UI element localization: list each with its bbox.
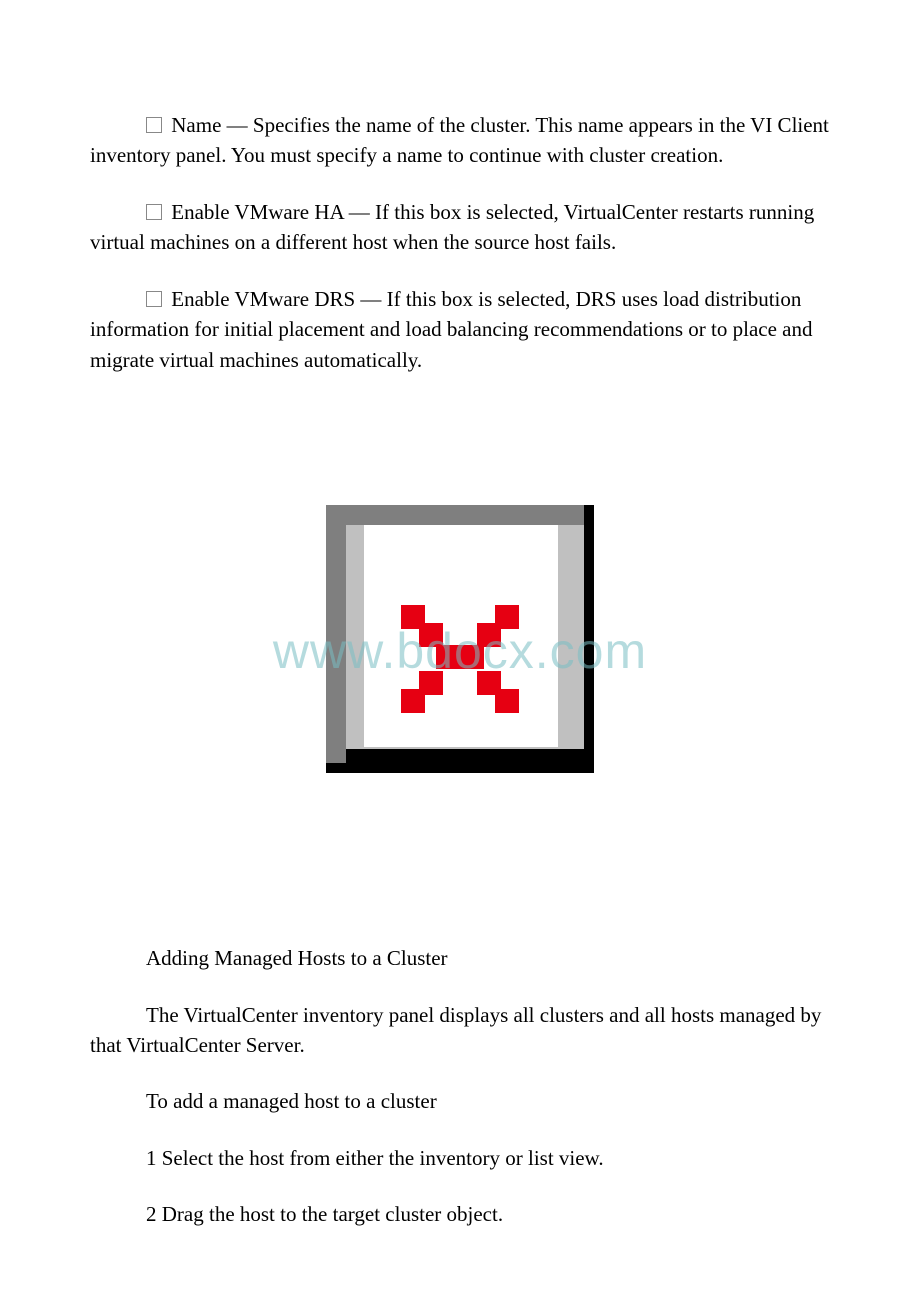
- paragraph-enable-drs: Enable VMware DRS — If this box is selec…: [90, 284, 830, 375]
- step-1: 1 Select the host from either the invent…: [90, 1143, 830, 1173]
- paragraph-add-host-intro: To add a managed host to a cluster: [90, 1086, 830, 1116]
- error-x-icon: [401, 605, 519, 713]
- section-heading: Adding Managed Hosts to a Cluster: [90, 943, 830, 973]
- checkbox-icon: [146, 291, 162, 307]
- broken-image-placeholder: [326, 505, 594, 773]
- option-label: Name: [171, 113, 221, 137]
- paragraph-inventory-desc: The VirtualCenter inventory panel displa…: [90, 1000, 830, 1061]
- step-2: 2 Drag the host to the target cluster ob…: [90, 1199, 830, 1229]
- option-label: Enable VMware DRS: [171, 287, 355, 311]
- checkbox-icon: [146, 204, 162, 220]
- paragraph-name-option: Name — Specifies the name of the cluster…: [90, 110, 830, 171]
- option-label: Enable VMware HA: [171, 200, 343, 224]
- paragraph-enable-ha: Enable VMware HA — If this box is select…: [90, 197, 830, 258]
- checkbox-icon: [146, 117, 162, 133]
- document-page: Name — Specifies the name of the cluster…: [0, 0, 920, 1316]
- figure-container: [90, 505, 830, 773]
